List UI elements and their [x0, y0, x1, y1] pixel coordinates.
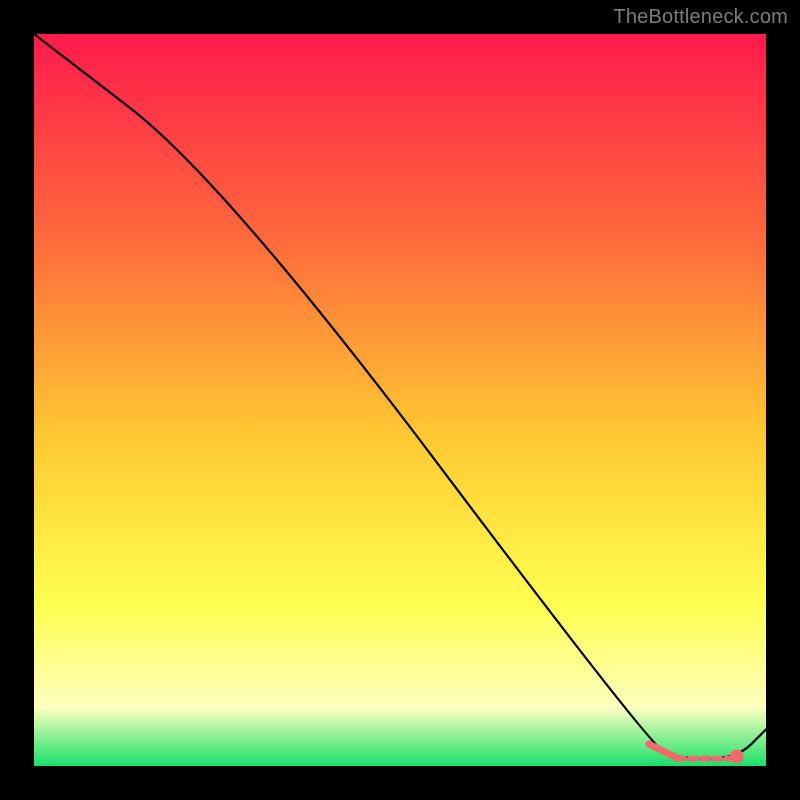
chart-container: TheBottleneck.com [0, 0, 800, 800]
gradient-background [34, 34, 766, 766]
chart-svg [34, 34, 766, 766]
watermark-text: TheBottleneck.com [613, 6, 788, 29]
marker-point [730, 749, 744, 763]
plot-area [34, 34, 766, 766]
